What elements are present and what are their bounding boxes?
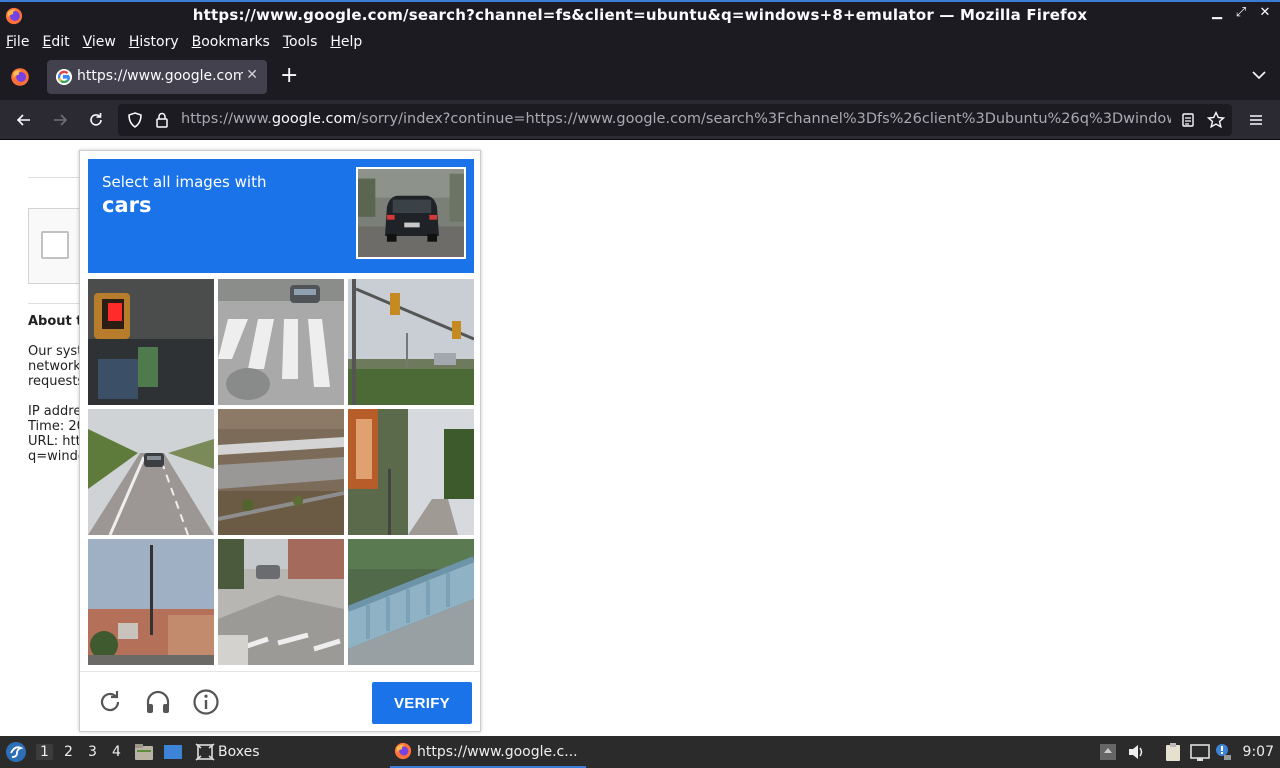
maximize-button[interactable]: ⤢ (1234, 5, 1248, 20)
workspace-3[interactable]: 3 (88, 744, 97, 760)
orange-sign-path-tile[interactable] (348, 409, 474, 535)
clock: 9:07 (1242, 744, 1274, 760)
url-info-text: URL: http (28, 434, 80, 449)
firefox-logo-icon (394, 742, 412, 760)
network-icon[interactable] (1190, 743, 1210, 761)
verify-button[interactable]: VERIFY (372, 682, 472, 724)
close-window-button[interactable]: ✕ (1258, 5, 1272, 20)
minimize-button[interactable]: ▁ (1210, 5, 1224, 20)
task-label: https://www.google.c... (417, 744, 578, 760)
url-bar[interactable]: https://www.google.com/sorry/index?conti… (118, 104, 1232, 136)
desktop-icon[interactable] (163, 743, 183, 761)
captcha-image-grid (88, 279, 474, 665)
captcha-challenge: Select all images with cars VERIFY (79, 150, 481, 732)
reload-icon[interactable] (86, 110, 106, 130)
start-menu-icon[interactable] (5, 741, 27, 763)
file-manager-icon[interactable] (134, 743, 154, 761)
workspace-1[interactable]: 1 (36, 744, 53, 760)
url-text[interactable]: https://www.google.com/sorry/index?conti… (181, 111, 1171, 127)
tab-title: https://www.google.com/sorry/index (77, 68, 243, 84)
boxes-label[interactable]: Boxes (218, 744, 260, 760)
google-favicon-icon (56, 69, 72, 85)
volume-icon[interactable] (1126, 743, 1146, 761)
captcha-header: Select all images with cars (88, 159, 474, 273)
traffic-signal-tile[interactable] (88, 279, 214, 405)
tab-close-icon[interactable]: ✕ (246, 67, 258, 83)
tab-google[interactable]: https://www.google.com/sorry/index ✕ (47, 60, 267, 94)
taskbar-firefox-task[interactable]: https://www.google.c... (390, 736, 586, 768)
menu-edit[interactable]: Edit (42, 34, 69, 50)
updates-icon[interactable] (1098, 743, 1118, 761)
about-text: Our syste (28, 344, 80, 359)
menu-help[interactable]: Help (330, 34, 362, 50)
bookmark-star-icon[interactable] (1206, 110, 1226, 130)
tab-bar: https://www.google.com/sorry/index ✕ + (0, 54, 1280, 100)
building-streetlight-tile[interactable] (88, 539, 214, 665)
guardrail-grass-tile[interactable] (218, 409, 344, 535)
clipboard-icon[interactable] (1163, 743, 1183, 761)
divider (28, 303, 80, 304)
hamburger-menu-icon[interactable] (1246, 110, 1266, 130)
captcha-target: cars (102, 193, 152, 217)
shield-icon[interactable] (125, 110, 145, 130)
notification-icon[interactable] (1214, 743, 1234, 761)
street-corner-car-tile[interactable] (218, 539, 344, 665)
highway-car-tile[interactable] (88, 409, 214, 535)
menu-history[interactable]: History (129, 34, 179, 50)
page-content: About th Our syste network. requests IP … (0, 140, 1280, 736)
captcha-instruction: Select all images with (102, 173, 267, 191)
menu-tools[interactable]: Tools (283, 34, 318, 50)
navigation-toolbar: https://www.google.com/sorry/index?conti… (0, 100, 1280, 140)
firefox-view-icon[interactable] (9, 66, 31, 88)
divider (28, 177, 80, 178)
menu-file[interactable]: File (6, 34, 29, 50)
reload-challenge-icon[interactable] (96, 688, 124, 716)
crosswalk-road-tile[interactable] (218, 279, 344, 405)
menu-view[interactable]: View (83, 34, 116, 50)
new-tab-button[interactable]: + (280, 64, 298, 88)
bridge-railing-tile[interactable] (348, 539, 474, 665)
taskbar: 1 2 3 4 Boxes https://www.google.c... 9:… (0, 736, 1280, 768)
boxes-icon[interactable] (195, 743, 215, 761)
query-text: q=windov (28, 449, 80, 464)
back-arrow-icon[interactable] (14, 110, 34, 130)
traffic-lights-field-tile[interactable] (348, 279, 474, 405)
recaptcha-widget (28, 208, 80, 284)
ip-address-text: IP addres (28, 404, 80, 419)
about-text: network. (28, 359, 80, 374)
menu-bookmarks[interactable]: Bookmarks (192, 34, 270, 50)
recaptcha-checkbox[interactable] (41, 231, 69, 259)
reader-view-icon[interactable] (1178, 110, 1198, 130)
headphones-icon[interactable] (144, 688, 172, 716)
captcha-footer: VERIFY (80, 671, 480, 731)
time-text: Time: 20 (28, 419, 80, 434)
forward-arrow-icon[interactable] (50, 110, 70, 130)
lock-icon[interactable] (152, 110, 172, 130)
about-text: requests (28, 374, 80, 389)
info-icon[interactable] (192, 688, 220, 716)
workspace-2[interactable]: 2 (64, 744, 73, 760)
menu-bar: File Edit View History Bookmarks Tools H… (0, 29, 1280, 54)
sample-car-image (356, 167, 466, 259)
window-titlebar: https://www.google.com/search?channel=fs… (0, 0, 1280, 29)
chevron-down-icon[interactable] (1252, 68, 1266, 82)
about-heading: About th (28, 314, 80, 329)
window-title: https://www.google.com/search?channel=fs… (192, 6, 1088, 24)
workspace-4[interactable]: 4 (112, 744, 121, 760)
